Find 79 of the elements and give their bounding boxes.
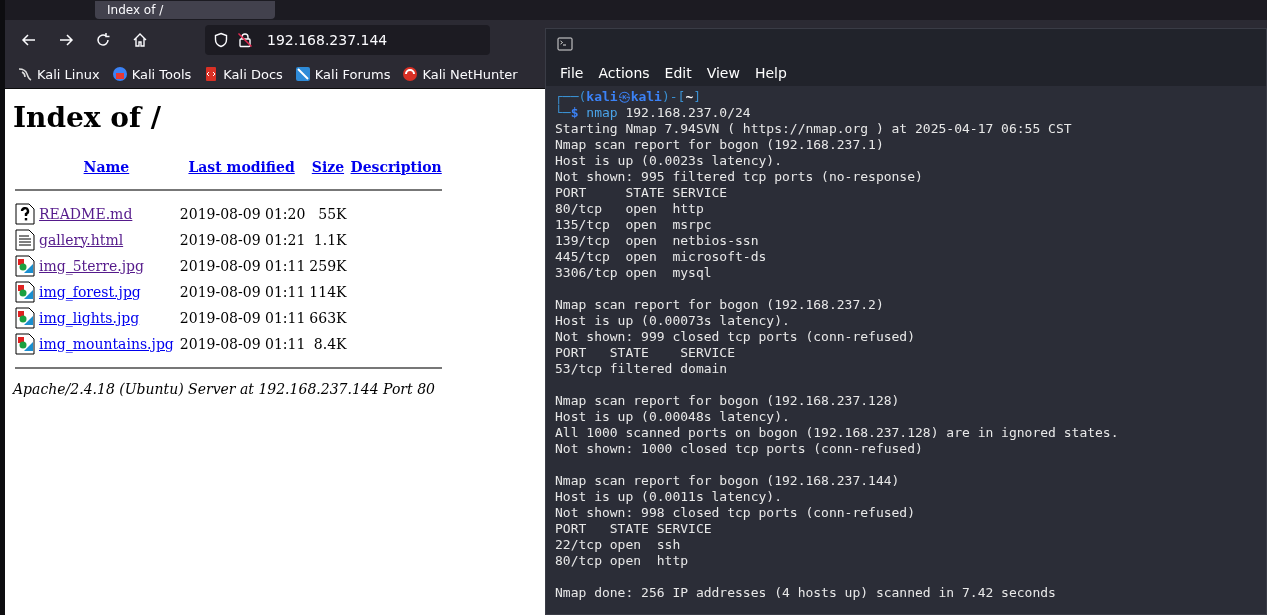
output-line: Nmap scan report for bogon (192.168.237.128) bbox=[555, 393, 901, 409]
menu-item[interactable]: View bbox=[706, 64, 740, 81]
output-line: 53/tcp filtered domain bbox=[555, 361, 729, 377]
url-text: 192.168.237.144 bbox=[267, 32, 388, 48]
text-file-icon bbox=[15, 228, 35, 251]
image-file-icon bbox=[15, 306, 35, 329]
file-size: 55K bbox=[317, 204, 348, 224]
output-line: Starting Nmap 7.94SVN ( https://nmap.org ) at 2025-04-17 06:55 CST bbox=[555, 121, 1073, 137]
output-line: PORT STATE SERVICE bbox=[555, 185, 729, 201]
menu-item[interactable]: Actions bbox=[598, 64, 650, 81]
image-file-icon bbox=[15, 254, 35, 277]
reload-icon[interactable] bbox=[95, 32, 111, 48]
output-line: Host is up (0.00073s latency). bbox=[555, 313, 791, 329]
output-line: PORT STATE SERVICE bbox=[555, 521, 713, 537]
output-line: 135/tcp open msrpc bbox=[555, 217, 713, 233]
menu-item[interactable]: File bbox=[560, 64, 584, 81]
column-sort-link[interactable]: Size bbox=[311, 158, 345, 175]
column-sort-link[interactable]: Description bbox=[350, 158, 442, 175]
output-line: Not shown: 995 filtered tcp ports (no-response) bbox=[555, 169, 924, 185]
output-line: Host is up (0.00048s latency). bbox=[555, 409, 791, 425]
command-line: └─$ nmap 192.168.237.0/24 bbox=[555, 105, 752, 121]
output-line: 139/tcp open netbios-ssn bbox=[555, 233, 760, 249]
menu-item[interactable]: Edit bbox=[664, 64, 692, 81]
output-line: 22/tcp open ssh bbox=[555, 537, 682, 553]
image-file-icon bbox=[15, 280, 35, 303]
address-bar[interactable]: 192.168.237.144 bbox=[205, 25, 490, 55]
output-line: Not shown: 998 closed tcp ports (conn-refused) bbox=[555, 505, 917, 521]
file-link[interactable]: README.md bbox=[39, 205, 133, 222]
image-file-icon bbox=[15, 332, 35, 355]
output-line: Not shown: 1000 closed tcp ports (conn-refused) bbox=[555, 441, 924, 457]
output-line: Nmap scan report for bogon (192.168.237.144) bbox=[555, 473, 901, 489]
column-sort-link[interactable]: Last modified bbox=[188, 158, 295, 175]
file-size: 1.1K bbox=[312, 230, 348, 250]
insecure-lock-icon bbox=[237, 32, 253, 48]
output-line: PORT STATE SERVICE bbox=[555, 345, 736, 361]
terminal-icon bbox=[557, 36, 573, 52]
bookmark-item[interactable]: Kali Linux bbox=[17, 66, 100, 82]
modified-date: 2019-08-09 01:21 bbox=[178, 230, 307, 250]
prompt-line: ┌──(kali㉿kali)-[~] bbox=[555, 89, 703, 105]
home-icon[interactable] bbox=[132, 32, 148, 48]
unknown-file-icon bbox=[15, 202, 35, 225]
modified-date: 2019-08-09 01:11 bbox=[178, 308, 307, 328]
shield-icon bbox=[213, 32, 229, 48]
file-size: 259K bbox=[308, 256, 348, 276]
file-link[interactable]: img_mountains.jpg bbox=[39, 335, 174, 352]
output-line: 445/tcp open microsoft-ds bbox=[555, 249, 768, 265]
browser-tab[interactable]: Index of / bbox=[95, 1, 275, 19]
column-sort-link[interactable]: Name bbox=[83, 158, 130, 175]
modified-date: 2019-08-09 01:20 bbox=[178, 204, 307, 224]
forward-icon[interactable] bbox=[58, 32, 74, 48]
output-line: Host is up (0.0023s latency). bbox=[555, 153, 783, 169]
file-size: 8.4K bbox=[312, 334, 348, 354]
tools-icon bbox=[111, 66, 128, 82]
output-line: 80/tcp open http bbox=[555, 201, 705, 217]
output-line: 80/tcp open http bbox=[555, 553, 690, 569]
bookmark-item[interactable]: Kali Tools bbox=[111, 66, 192, 82]
bookmark-item[interactable]: Kali Forums bbox=[294, 66, 391, 82]
output-line: 3306/tcp open mysql bbox=[555, 265, 713, 281]
server-signature: Apache/2.4.18 (Ubuntu) Server at 192.168.237.144 Port 80 bbox=[13, 380, 436, 397]
output-line: Nmap scan report for bogon (192.168.237.2) bbox=[555, 297, 885, 313]
output-line: All 1000 scanned ports on bogon (192.168.237.128) are in ignored states. bbox=[555, 425, 1120, 441]
back-icon[interactable] bbox=[21, 32, 37, 48]
file-link[interactable]: img_lights.jpg bbox=[39, 309, 140, 326]
modified-date: 2019-08-09 01:11 bbox=[178, 256, 307, 276]
modified-date: 2019-08-09 01:11 bbox=[178, 282, 307, 302]
output-line: Nmap scan report for bogon (192.168.237.1) bbox=[555, 137, 885, 153]
menu-item[interactable]: Help bbox=[754, 64, 787, 81]
file-link[interactable]: gallery.html bbox=[39, 231, 124, 248]
bookmark-item[interactable]: Kali Docs bbox=[203, 66, 283, 82]
modified-date: 2019-08-09 01:11 bbox=[178, 334, 307, 354]
file-link[interactable]: img_forest.jpg bbox=[39, 283, 141, 300]
output-line: Host is up (0.0011s latency). bbox=[555, 489, 783, 505]
file-size: 114K bbox=[308, 282, 348, 302]
output-line: Nmap done: 256 IP addresses (4 hosts up) scanned in 7.42 seconds bbox=[555, 585, 1057, 601]
output-line: Not shown: 999 closed tcp ports (conn-refused) bbox=[555, 329, 917, 345]
bookmark-item[interactable]: Kali NetHunter bbox=[402, 66, 518, 82]
page-heading: Index of / bbox=[13, 101, 161, 135]
file-size: 663K bbox=[308, 308, 348, 328]
file-link[interactable]: img_5terre.jpg bbox=[39, 257, 144, 274]
